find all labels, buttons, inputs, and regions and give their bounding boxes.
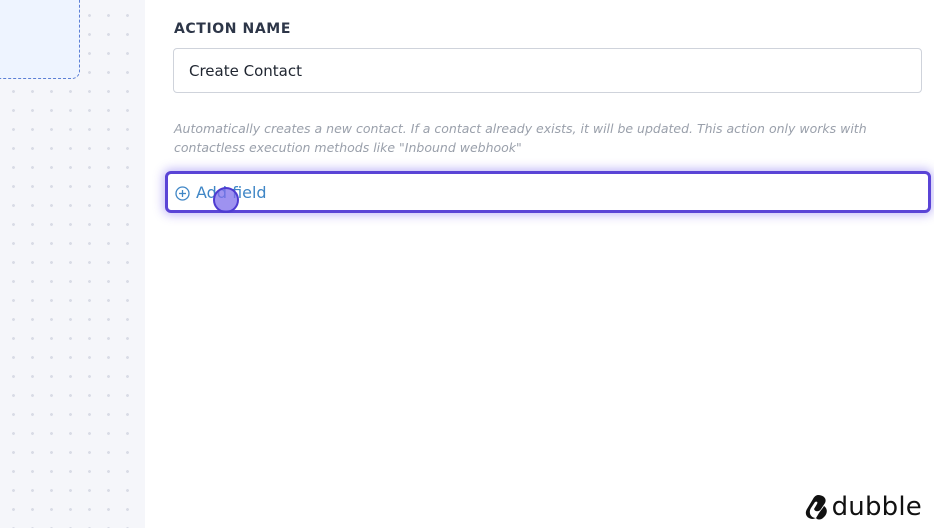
dubble-logo-text: dubble bbox=[831, 492, 922, 522]
workflow-canvas[interactable] bbox=[0, 0, 145, 528]
dubble-logo: dubble bbox=[804, 494, 922, 520]
action-settings-panel: ACTION NAME Automatically creates a new … bbox=[145, 0, 934, 528]
dubble-logo-icon bbox=[804, 494, 828, 520]
click-indicator bbox=[213, 187, 239, 213]
app-root: ACTION NAME Automatically creates a new … bbox=[0, 0, 934, 528]
action-name-label: ACTION NAME bbox=[174, 21, 292, 37]
canvas-node-selected[interactable] bbox=[0, 0, 80, 79]
plus-circle-icon bbox=[175, 186, 190, 201]
add-field-button[interactable]: Add field bbox=[165, 171, 931, 213]
action-name-input[interactable] bbox=[173, 48, 922, 93]
action-help-text: Automatically creates a new contact. If … bbox=[174, 121, 867, 155]
